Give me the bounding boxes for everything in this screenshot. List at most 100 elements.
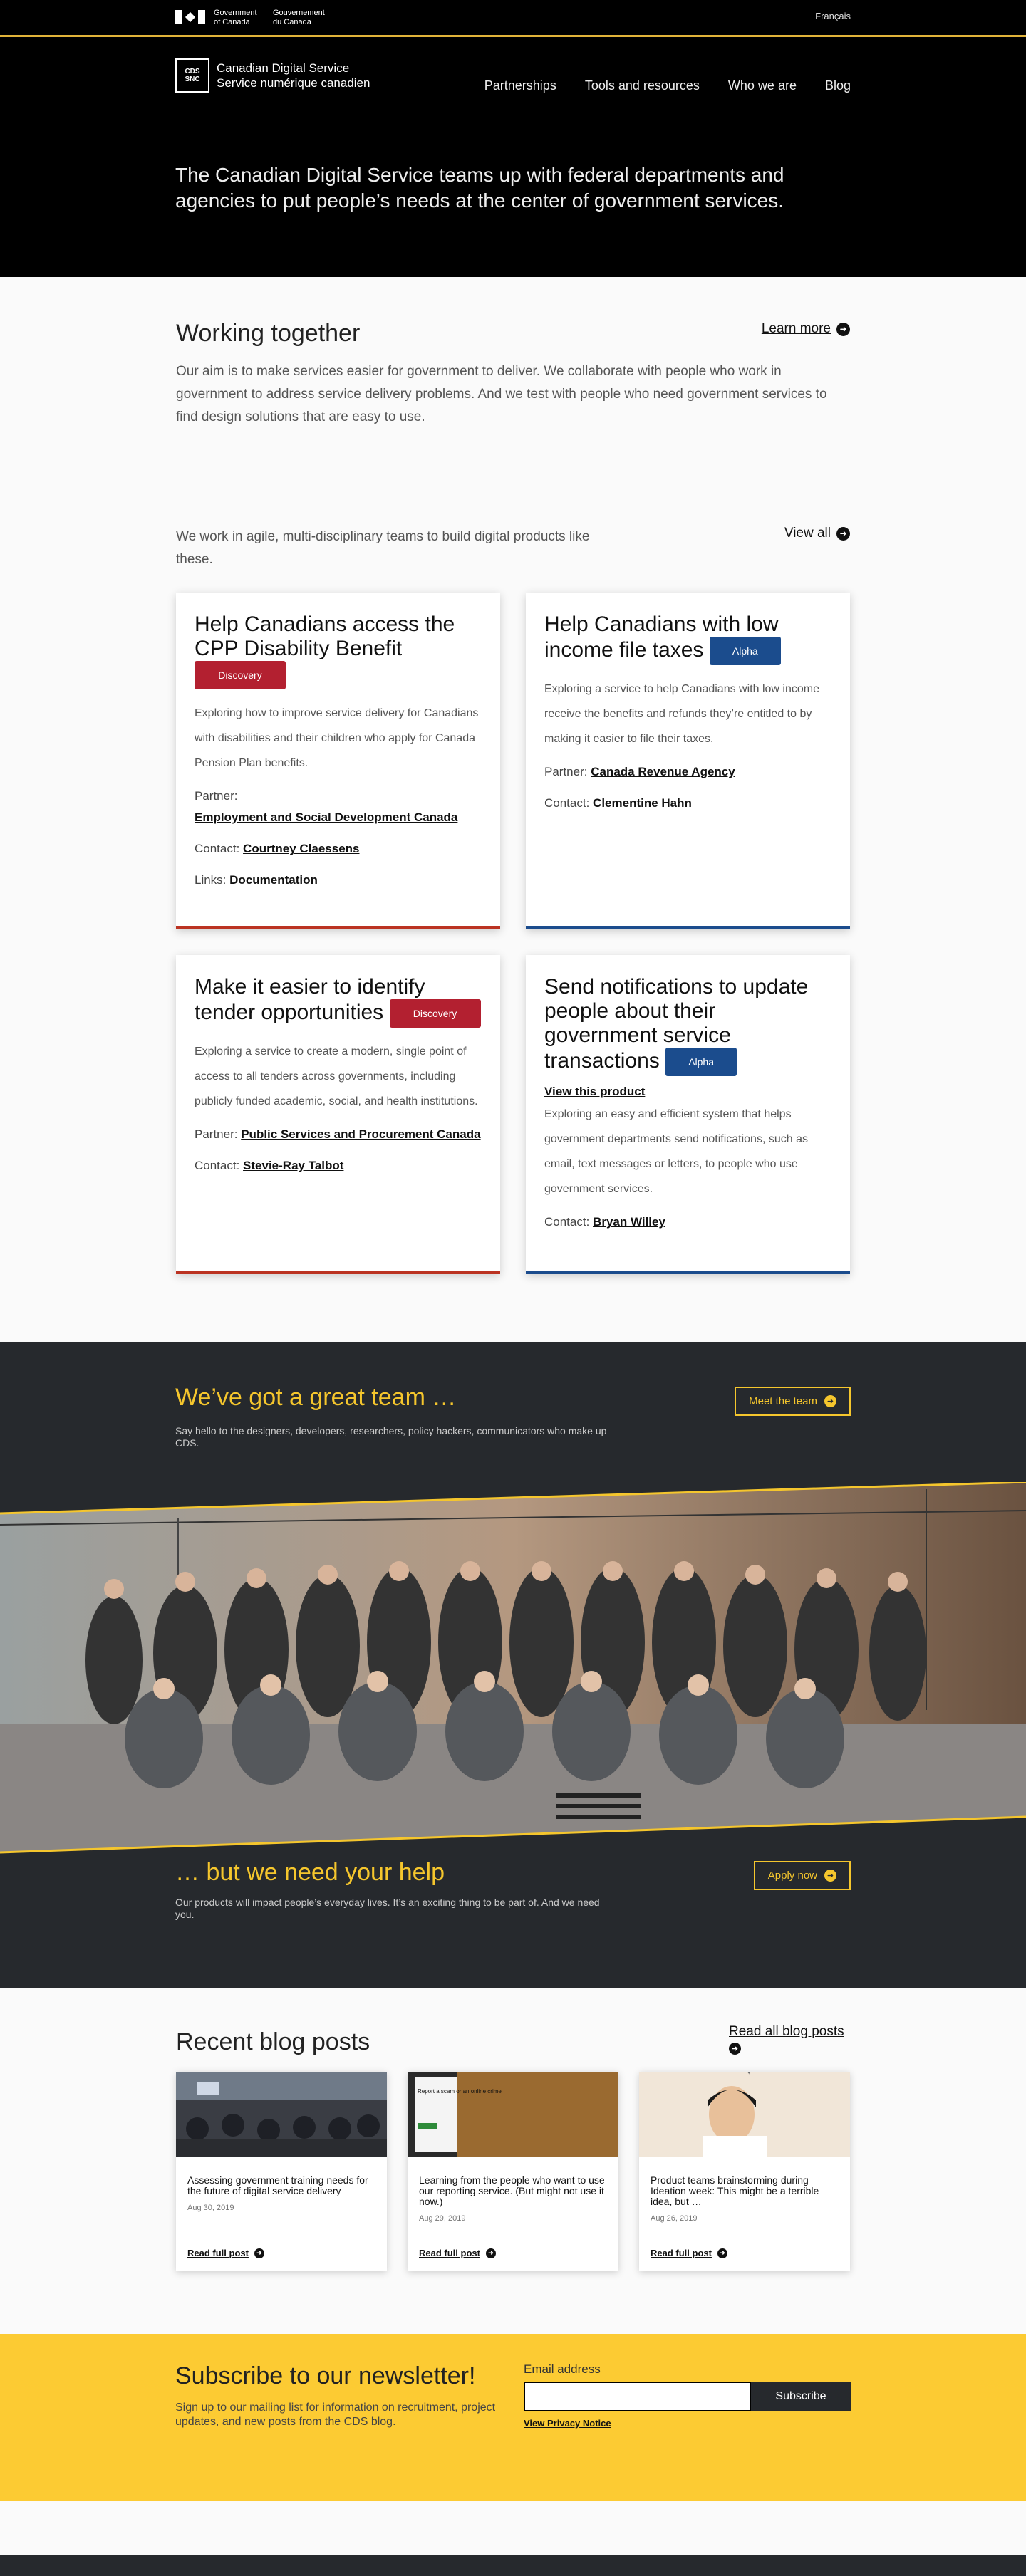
apply-now-button[interactable]: Apply now ➜	[753, 1861, 851, 1890]
product-title: Help Canadians access the CPP Disability…	[195, 612, 482, 689]
meet-the-team-label: Meet the team	[749, 1395, 817, 1407]
product-card: Help Canadians access the CPP Disability…	[176, 593, 500, 929]
read-full-post-link[interactable]: Read full post ➜	[419, 2248, 496, 2258]
contact-link[interactable]: Courtney Claessens	[243, 842, 359, 855]
lightbulb-icon: ✦	[746, 2072, 752, 2077]
blog-post-date: Aug 30, 2019	[187, 2204, 234, 2212]
government-of-canada-label: Government of Canada	[214, 9, 257, 26]
meet-the-team-button[interactable]: Meet the team ➜	[735, 1387, 851, 1416]
privacy-notice-link[interactable]: View Privacy Notice	[524, 2418, 611, 2429]
working-together-section: Working together Learn more ➜ Our aim is…	[0, 277, 1026, 481]
arrow-right-icon: ➜	[717, 2248, 727, 2258]
view-all-link[interactable]: View all ➜	[784, 526, 850, 541]
main-nav: Partnerships Tools and resources Who we …	[484, 78, 851, 93]
partner-link[interactable]: Employment and Social Development Canada	[195, 810, 457, 824]
discovery-badge: Discovery	[195, 661, 286, 689]
read-all-blog-posts-link[interactable]: Read all blog posts ➜	[729, 2024, 850, 2055]
product-description: Exploring an easy and efficient system t…	[544, 1108, 808, 1195]
nav-who-we-are[interactable]: Who we are	[728, 78, 797, 93]
blog-post-card[interactable]: Assessing government training needs for …	[176, 2072, 387, 2271]
product-title: Send notifications to update people abou…	[544, 975, 831, 1076]
blog-post-title: Assessing government training needs for …	[187, 2174, 368, 2196]
alpha-badge: Alpha	[709, 637, 781, 665]
cds-logo[interactable]: CDS SNC Canadian Digital Service Service …	[175, 58, 370, 93]
partner-link[interactable]: Canada Revenue Agency	[591, 765, 735, 778]
read-full-post-link[interactable]: Read full post ➜	[651, 2248, 727, 2258]
footer	[0, 2555, 1026, 2576]
read-all-label: Read all blog posts	[729, 2024, 844, 2039]
hero-lead: The Canadian Digital Service teams up wi…	[175, 164, 784, 212]
blog-post-image: ✦	[639, 2069, 850, 2157]
blog-section: Recent blog posts Read all blog posts ➜ …	[0, 1988, 1026, 2334]
blog-post-date: Aug 26, 2019	[651, 2214, 698, 2223]
product-card: Send notifications to update people abou…	[526, 955, 850, 1274]
arrow-right-icon: ➜	[485, 2248, 496, 2258]
products-intro: We work in agile, multi-disciplinary tea…	[176, 529, 590, 567]
newsletter-section: Subscribe to our newsletter! Sign up to …	[0, 2334, 1026, 2501]
view-product-link[interactable]: View this product	[544, 1085, 831, 1099]
newsletter-title: Subscribe to our newsletter!	[175, 2362, 476, 2389]
blog-post-date: Aug 29, 2019	[419, 2214, 466, 2223]
email-field[interactable]	[524, 2382, 752, 2411]
alpha-badge: Alpha	[665, 1048, 737, 1076]
help-subtitle: Our products will impact people’s everyd…	[175, 1897, 600, 1920]
learn-more-label: Learn more	[761, 321, 831, 336]
arrow-right-icon: ➜	[824, 1395, 836, 1407]
team-section: We’ve got a great team … Say hello to th…	[0, 1342, 1026, 1988]
product-description: Exploring a service to create a modern, …	[195, 1045, 478, 1107]
product-description: Exploring how to improve service deliver…	[195, 707, 479, 769]
government-bar: Government of Canada Gouvernement du Canad…	[0, 0, 1026, 37]
canada-flag-icon	[175, 10, 205, 24]
subscribe-button[interactable]: Subscribe	[751, 2382, 851, 2411]
read-full-post-link[interactable]: Read full post ➜	[187, 2248, 264, 2258]
product-contact: Contact: Clementine Hahn	[544, 796, 692, 810]
product-card: Help Canadians with low income file taxe…	[526, 593, 850, 929]
product-contact: Contact: Courtney Claessens	[195, 842, 360, 855]
team-subtitle: Say hello to the designers, developers, …	[175, 1425, 607, 1449]
documentation-link[interactable]: Documentation	[229, 873, 318, 887]
arrow-right-icon: ➜	[824, 1870, 836, 1882]
phone-screen-text: Report a scam or an online crime	[418, 2088, 502, 2095]
contact-link[interactable]: Bryan Willey	[593, 1215, 665, 1229]
view-all-label: View all	[784, 526, 831, 541]
product-links: Links: Documentation	[195, 873, 318, 887]
product-description: Exploring a service to help Canadians wi…	[544, 683, 819, 745]
email-label: Email address	[524, 2362, 601, 2376]
products-section: We work in agile, multi-disciplinary tea…	[0, 481, 1026, 1274]
cds-wordmark: Canadian Digital Service Service numériq…	[217, 61, 370, 90]
product-partner: Partner: Canada Revenue Agency	[544, 765, 735, 778]
blog-post-title: Product teams brainstorming during Ideat…	[651, 2174, 819, 2207]
product-partner: Partner: Public Services and Procurement…	[195, 1127, 481, 1141]
team-title: We’ve got a great team …	[175, 1384, 457, 1411]
gouvernement-du-canada-label: Gouvernement du Canada	[273, 9, 325, 26]
blog-post-card[interactable]: ✦ Product teams brainstorming during Ide…	[639, 2069, 850, 2271]
learn-more-link[interactable]: Learn more ➜	[762, 321, 850, 337]
product-title: Make it easier to identify tender opport…	[195, 975, 482, 1028]
product-partner: Partner: Employment and Social Developmen…	[195, 789, 458, 824]
working-together-body: Our aim is to make services easier for g…	[176, 364, 827, 424]
blog-post-title: Learning from the people who want to use…	[419, 2174, 605, 2207]
language-toggle-link[interactable]: Français	[815, 11, 851, 21]
blog-post-list: Assessing government training needs for …	[176, 2069, 850, 2271]
contact-link[interactable]: Clementine Hahn	[593, 796, 692, 810]
nav-partnerships[interactable]: Partnerships	[484, 78, 556, 93]
contact-link[interactable]: Stevie-Ray Talbot	[243, 1159, 343, 1172]
arrow-right-icon: ➜	[836, 526, 850, 541]
working-together-title: Working together	[176, 320, 361, 347]
nav-tools-and-resources[interactable]: Tools and resources	[585, 78, 700, 93]
partner-link[interactable]: Public Services and Procurement Canada	[241, 1127, 480, 1141]
blog-post-image	[176, 2072, 387, 2157]
blog-post-image: Report a scam or an online crime	[408, 2072, 618, 2157]
blog-post-card[interactable]: Report a scam or an online crime Learnin…	[408, 2072, 618, 2271]
cds-logo-mark: CDS SNC	[175, 58, 209, 93]
read-full-post-label: Read full post	[187, 2248, 249, 2258]
product-card: Make it easier to identify tender opport…	[176, 955, 500, 1274]
product-contact: Contact: Stevie-Ray Talbot	[195, 1159, 344, 1172]
nav-blog[interactable]: Blog	[825, 78, 851, 93]
read-full-post-label: Read full post	[651, 2248, 712, 2258]
newsletter-description: Sign up to our mailing list for informat…	[175, 2402, 496, 2428]
product-grid: Help Canadians access the CPP Disability…	[176, 593, 850, 1274]
product-contact: Contact: Bryan Willey	[544, 1215, 665, 1229]
read-full-post-label: Read full post	[419, 2248, 480, 2258]
arrow-right-icon: ➜	[729, 2043, 741, 2055]
